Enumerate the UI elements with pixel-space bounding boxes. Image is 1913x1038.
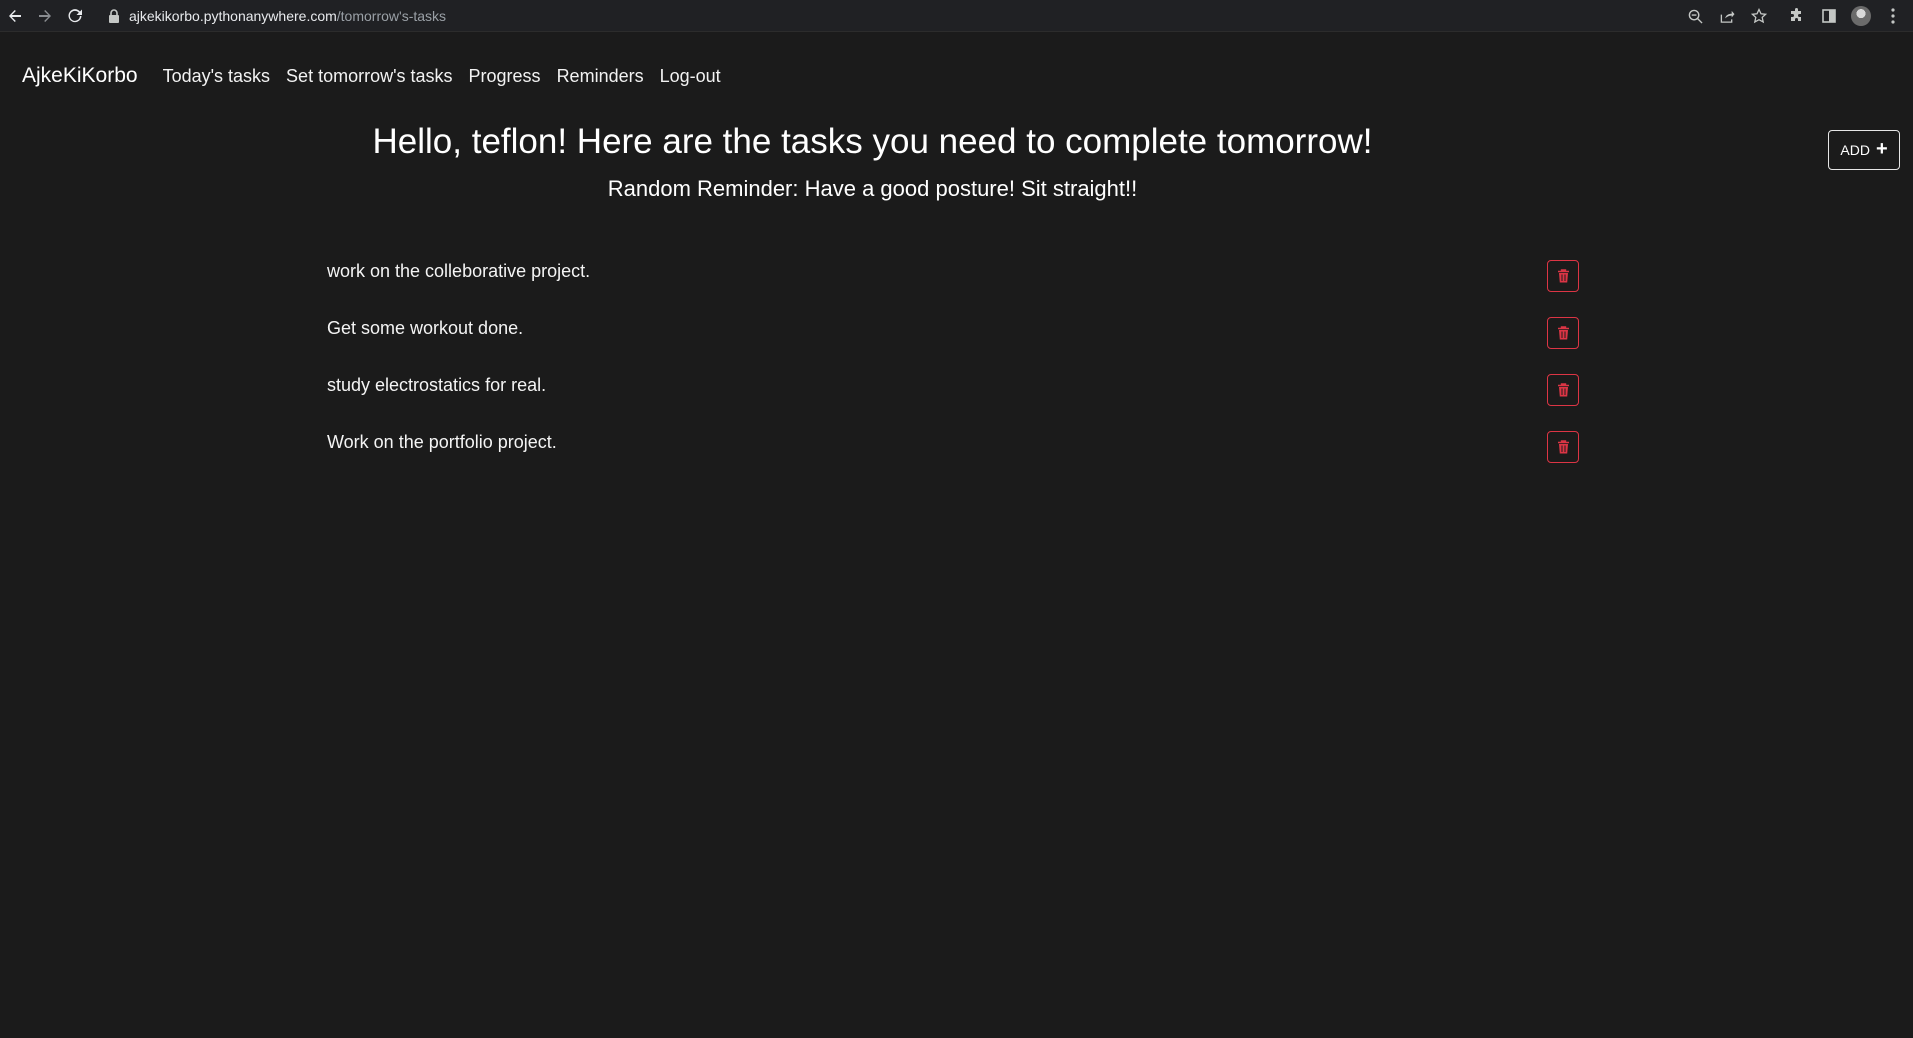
reload-icon[interactable] bbox=[62, 3, 88, 29]
task-list: work on the colleborative project. Get s… bbox=[327, 256, 1580, 484]
task-text: study electrostatics for real. bbox=[327, 375, 547, 395]
task-text: Get some workout done. bbox=[327, 318, 524, 338]
star-icon[interactable] bbox=[1743, 3, 1775, 29]
trash-icon bbox=[1557, 440, 1569, 454]
zoom-icon[interactable] bbox=[1679, 3, 1711, 29]
add-task-button[interactable]: ADD + bbox=[1828, 130, 1900, 170]
nav-link-set-tomorrows-tasks[interactable]: Set tomorrow's tasks bbox=[286, 66, 452, 87]
task-item: work on the colleborative project. bbox=[327, 256, 1580, 313]
side-panel-icon[interactable] bbox=[1813, 3, 1845, 29]
menu-kebab-icon[interactable] bbox=[1877, 3, 1909, 29]
address-bar[interactable]: ajkekikorbo.pythonanywhere.com/tomorrow'… bbox=[108, 4, 1688, 28]
lock-icon bbox=[109, 9, 119, 23]
plus-icon: + bbox=[1875, 138, 1888, 160]
forward-icon[interactable] bbox=[32, 3, 58, 29]
brand-logo-text[interactable]: AjkeKiKorbo bbox=[22, 64, 138, 88]
nav-link-reminders[interactable]: Reminders bbox=[557, 66, 644, 87]
task-item: study electrostatics for real. bbox=[327, 370, 1580, 427]
page-heading: Hello, teflon! Here are the tasks you ne… bbox=[372, 122, 1373, 161]
delete-task-button[interactable] bbox=[1547, 431, 1579, 463]
url-host: ajkekikorbo.pythonanywhere.com bbox=[129, 8, 337, 24]
extensions-icon[interactable] bbox=[1781, 3, 1813, 29]
url-path: /tomorrow's-tasks bbox=[336, 8, 447, 24]
delete-task-button[interactable] bbox=[1547, 317, 1579, 349]
nav-link-progress[interactable]: Progress bbox=[469, 66, 541, 87]
trash-icon bbox=[1557, 326, 1569, 340]
random-reminder: Random Reminder: Have a good posture! Si… bbox=[607, 176, 1138, 201]
nav-link-logout[interactable]: Log-out bbox=[660, 66, 721, 87]
share-icon[interactable] bbox=[1711, 3, 1743, 29]
task-item: Get some workout done. bbox=[327, 313, 1580, 370]
task-item: Work on the portfolio project. bbox=[327, 427, 1580, 484]
delete-task-button[interactable] bbox=[1547, 260, 1579, 292]
browser-toolbar: ajkekikorbo.pythonanywhere.com/tomorrow'… bbox=[0, 0, 1913, 32]
task-text: work on the colleborative project. bbox=[327, 261, 591, 281]
add-button-label: ADD bbox=[1840, 142, 1870, 158]
delete-task-button[interactable] bbox=[1547, 374, 1579, 406]
trash-icon bbox=[1557, 383, 1569, 397]
trash-icon bbox=[1557, 269, 1569, 283]
profile-avatar[interactable] bbox=[1845, 3, 1877, 29]
site-navbar: AjkeKiKorbo Today's tasks Set tomorrow's… bbox=[0, 32, 1913, 120]
back-icon[interactable] bbox=[2, 3, 28, 29]
task-text: Work on the portfolio project. bbox=[327, 432, 557, 452]
nav-link-todays-tasks[interactable]: Today's tasks bbox=[163, 66, 270, 87]
